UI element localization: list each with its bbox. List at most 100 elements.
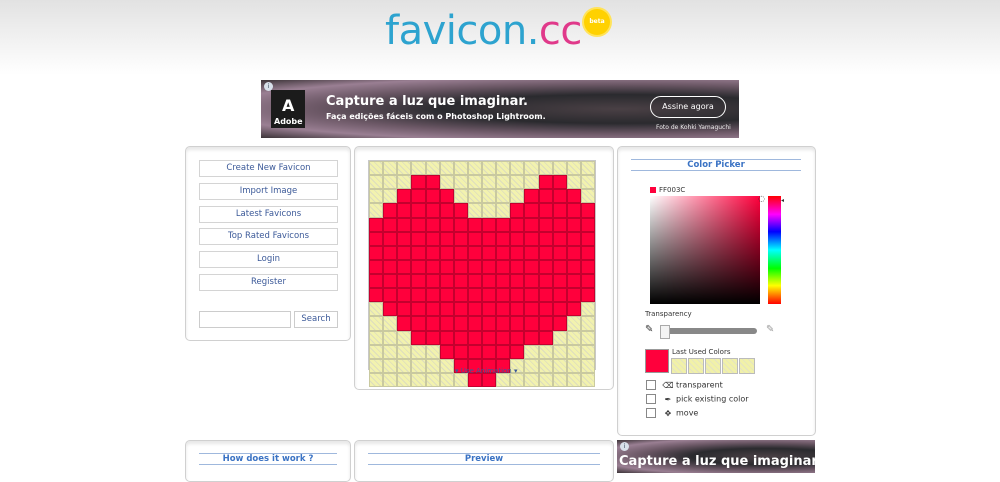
- pixel-cell[interactable]: [425, 259, 440, 274]
- pixel-cell[interactable]: [383, 175, 398, 190]
- pixel-cell[interactable]: [453, 274, 468, 289]
- pixel-cell[interactable]: [369, 358, 384, 373]
- pixel-grid[interactable]: [368, 160, 596, 387]
- pixel-cell[interactable]: [566, 330, 581, 345]
- pixel-cell[interactable]: [580, 175, 595, 190]
- pixel-cell[interactable]: [580, 288, 595, 303]
- pixel-cell[interactable]: [383, 203, 398, 218]
- pixel-cell[interactable]: [580, 372, 595, 387]
- pixel-cell[interactable]: [397, 189, 412, 204]
- pixel-cell[interactable]: [538, 175, 553, 190]
- pixel-cell[interactable]: [524, 302, 539, 317]
- pixel-cell[interactable]: [397, 372, 412, 387]
- pixel-cell[interactable]: [552, 217, 567, 232]
- pixel-cell[interactable]: [467, 302, 482, 317]
- pixel-cell[interactable]: [467, 288, 482, 303]
- pixel-cell[interactable]: [369, 288, 384, 303]
- pixel-cell[interactable]: [566, 189, 581, 204]
- pixel-cell[interactable]: [482, 302, 497, 317]
- pixel-cell[interactable]: [369, 302, 384, 317]
- pixel-cell[interactable]: [467, 189, 482, 204]
- pixel-cell[interactable]: [383, 358, 398, 373]
- pixel-cell[interactable]: [496, 231, 511, 246]
- pixel-cell[interactable]: [425, 189, 440, 204]
- pixel-cell[interactable]: [397, 203, 412, 218]
- pixel-cell[interactable]: [467, 231, 482, 246]
- pixel-cell[interactable]: [524, 358, 539, 373]
- pixel-cell[interactable]: [552, 189, 567, 204]
- pixel-cell[interactable]: [411, 245, 426, 260]
- pixel-cell[interactable]: [510, 288, 525, 303]
- pixel-cell[interactable]: [411, 161, 426, 176]
- pixel-cell[interactable]: [467, 175, 482, 190]
- pixel-cell[interactable]: [369, 344, 384, 359]
- pixel-cell[interactable]: [369, 217, 384, 232]
- pixel-cell[interactable]: [566, 288, 581, 303]
- pixel-cell[interactable]: [566, 344, 581, 359]
- pixel-cell[interactable]: [510, 259, 525, 274]
- pixel-cell[interactable]: [524, 161, 539, 176]
- pixel-cell[interactable]: [369, 189, 384, 204]
- pixel-cell[interactable]: [482, 175, 497, 190]
- pixel-cell[interactable]: [482, 330, 497, 345]
- last-used-color-swatch[interactable]: [739, 358, 755, 374]
- pixel-cell[interactable]: [510, 217, 525, 232]
- pixel-cell[interactable]: [383, 372, 398, 387]
- pixel-cell[interactable]: [411, 203, 426, 218]
- pixel-cell[interactable]: [510, 203, 525, 218]
- pixel-cell[interactable]: [453, 203, 468, 218]
- pixel-cell[interactable]: [496, 288, 511, 303]
- pixel-cell[interactable]: [552, 288, 567, 303]
- pixel-cell[interactable]: [566, 217, 581, 232]
- pixel-cell[interactable]: [482, 217, 497, 232]
- pixel-cell[interactable]: [383, 245, 398, 260]
- pixel-cell[interactable]: [397, 330, 412, 345]
- pixel-cell[interactable]: [538, 372, 553, 387]
- latest-favicons-button[interactable]: Latest Favicons: [199, 206, 338, 223]
- pixel-cell[interactable]: [510, 302, 525, 317]
- pixel-cell[interactable]: [580, 189, 595, 204]
- pixel-cell[interactable]: [425, 358, 440, 373]
- pixel-cell[interactable]: [439, 203, 454, 218]
- pixel-cell[interactable]: [482, 161, 497, 176]
- pixel-cell[interactable]: [510, 161, 525, 176]
- pixel-cell[interactable]: [467, 274, 482, 289]
- pixel-cell[interactable]: [552, 372, 567, 387]
- pixel-cell[interactable]: [496, 203, 511, 218]
- pixel-cell[interactable]: [524, 175, 539, 190]
- pixel-cell[interactable]: [538, 274, 553, 289]
- pixel-cell[interactable]: [552, 161, 567, 176]
- pixel-cell[interactable]: [552, 231, 567, 246]
- pixel-cell[interactable]: [397, 288, 412, 303]
- pixel-cell[interactable]: [496, 217, 511, 232]
- pixel-cell[interactable]: [439, 316, 454, 331]
- pixel-cell[interactable]: [439, 245, 454, 260]
- pixel-cell[interactable]: [425, 330, 440, 345]
- last-used-color-swatch[interactable]: [688, 358, 704, 374]
- pixel-cell[interactable]: [467, 330, 482, 345]
- pixel-cell[interactable]: [538, 330, 553, 345]
- pixel-cell[interactable]: [369, 161, 384, 176]
- transparency-slider-knob[interactable]: [660, 325, 670, 339]
- pixel-cell[interactable]: [524, 316, 539, 331]
- pixel-cell[interactable]: [496, 259, 511, 274]
- pixel-cell[interactable]: [453, 161, 468, 176]
- pixel-cell[interactable]: [482, 274, 497, 289]
- last-used-color-swatch[interactable]: [722, 358, 738, 374]
- pixel-cell[interactable]: [482, 245, 497, 260]
- pixel-cell[interactable]: [580, 245, 595, 260]
- pixel-cell[interactable]: [397, 217, 412, 232]
- pixel-cell[interactable]: [524, 288, 539, 303]
- pixel-cell[interactable]: [453, 344, 468, 359]
- pixel-cell[interactable]: [524, 231, 539, 246]
- pixel-cell[interactable]: [566, 203, 581, 218]
- pixel-cell[interactable]: [580, 274, 595, 289]
- pixel-cell[interactable]: [467, 217, 482, 232]
- pixel-cell[interactable]: [552, 302, 567, 317]
- pixel-cell[interactable]: [411, 372, 426, 387]
- pixel-cell[interactable]: [425, 288, 440, 303]
- pixel-cell[interactable]: [538, 189, 553, 204]
- pixel-cell[interactable]: [425, 372, 440, 387]
- pixel-cell[interactable]: [397, 259, 412, 274]
- pixel-cell[interactable]: [482, 259, 497, 274]
